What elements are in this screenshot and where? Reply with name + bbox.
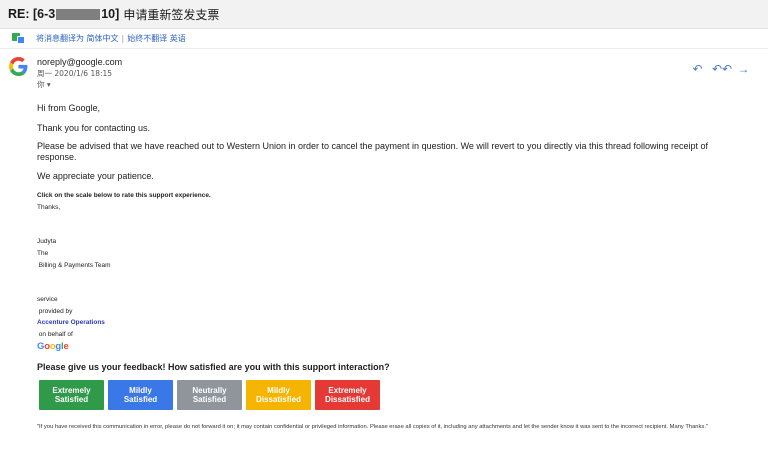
google-letter: e [63,341,69,352]
recipient-dropdown[interactable]: 你 ▾ [37,79,51,90]
subject-bar: RE: [6-3 10] 申请重新签发支票 [0,0,768,29]
accenture-link[interactable]: Accenture Operations [37,319,105,326]
email-subject: RE: [6-3 10] 申请重新签发支票 [8,6,219,23]
message-actions: ↶ ↶↶ → [691,63,750,76]
subject-prefix: RE: [6-3 [8,7,56,21]
rate-prompt: Click on the scale below to rate this su… [37,192,211,199]
signature-team: Billing & Payments Team [37,262,111,269]
greeting: Hi from Google, [37,103,101,113]
thanks-line: Thank you for contacting us. [37,123,151,133]
reply-all-icon[interactable]: ↶↶ [712,63,732,76]
subject-chinese: 申请重新签发支票 [123,7,220,22]
translate-link[interactable]: 将消息翻译为 简体中文 [36,33,119,44]
extremely-satisfied-button[interactable]: Extremely Satisfied [39,380,104,410]
rating-label: Satisfied [123,395,158,404]
rating-label: Satisfied [192,395,227,404]
rating-label: Mildly [267,386,290,395]
extremely-dissatisfied-button[interactable]: Extremely Dissatisfied [315,380,380,410]
rating-label: Mildly [129,386,152,395]
never-translate-link[interactable]: 始终不翻译 英语 [127,33,186,44]
rating-label: Dissatisfied [256,395,301,404]
rating-scale: Extremely Satisfied Mildly Satisfied Neutr… [39,380,380,410]
google-g-icon [9,57,28,76]
feedback-question: Please give us your feedback! How satisf… [37,362,390,372]
reply-icon[interactable]: ↶ [691,63,704,76]
mildly-dissatisfied-button[interactable]: Mildly Dissatisfied [246,380,311,410]
translate-bar: 将消息翻译为 简体中文 | 始终不翻译 英语 [0,29,768,49]
neutrally-satisfied-button[interactable]: Neutrally Satisfied [177,380,242,410]
google-wordmark: Google [37,341,69,352]
translate-icon [12,33,26,44]
forward-icon[interactable]: → [737,63,750,76]
signature-name: Judyta [37,238,57,245]
on-behalf-of: on behalf of [37,331,73,338]
disclaimer: "If you have received this communication… [37,424,709,430]
sender-header: noreply@google.com 周一 2020/1/6 18:15 你 ▾… [0,52,768,92]
sender-email[interactable]: noreply@google.com [37,57,122,67]
subject-suffix: 10] [101,7,120,21]
rating-label: Extremely [328,386,367,395]
thanks-signoff: Thanks, [37,204,61,211]
sent-date: 周一 2020/1/6 18:15 [37,69,113,78]
provided-by: provided by [37,308,73,315]
rating-label: Dissatisfied [325,395,370,404]
signature-the: The [37,250,49,257]
rating-label: Extremely [52,386,91,395]
service-label: service [37,296,58,303]
appreciate-line: We appreciate your patience. [37,171,154,181]
rating-label: Satisfied [54,395,89,404]
mildly-satisfied-button[interactable]: Mildly Satisfied [108,380,173,410]
advised-paragraph: Please be advised that we have reached o… [37,141,709,162]
redacted-block [56,8,101,20]
rating-label: Neutrally [192,386,227,395]
translate-separator: | [121,34,125,43]
